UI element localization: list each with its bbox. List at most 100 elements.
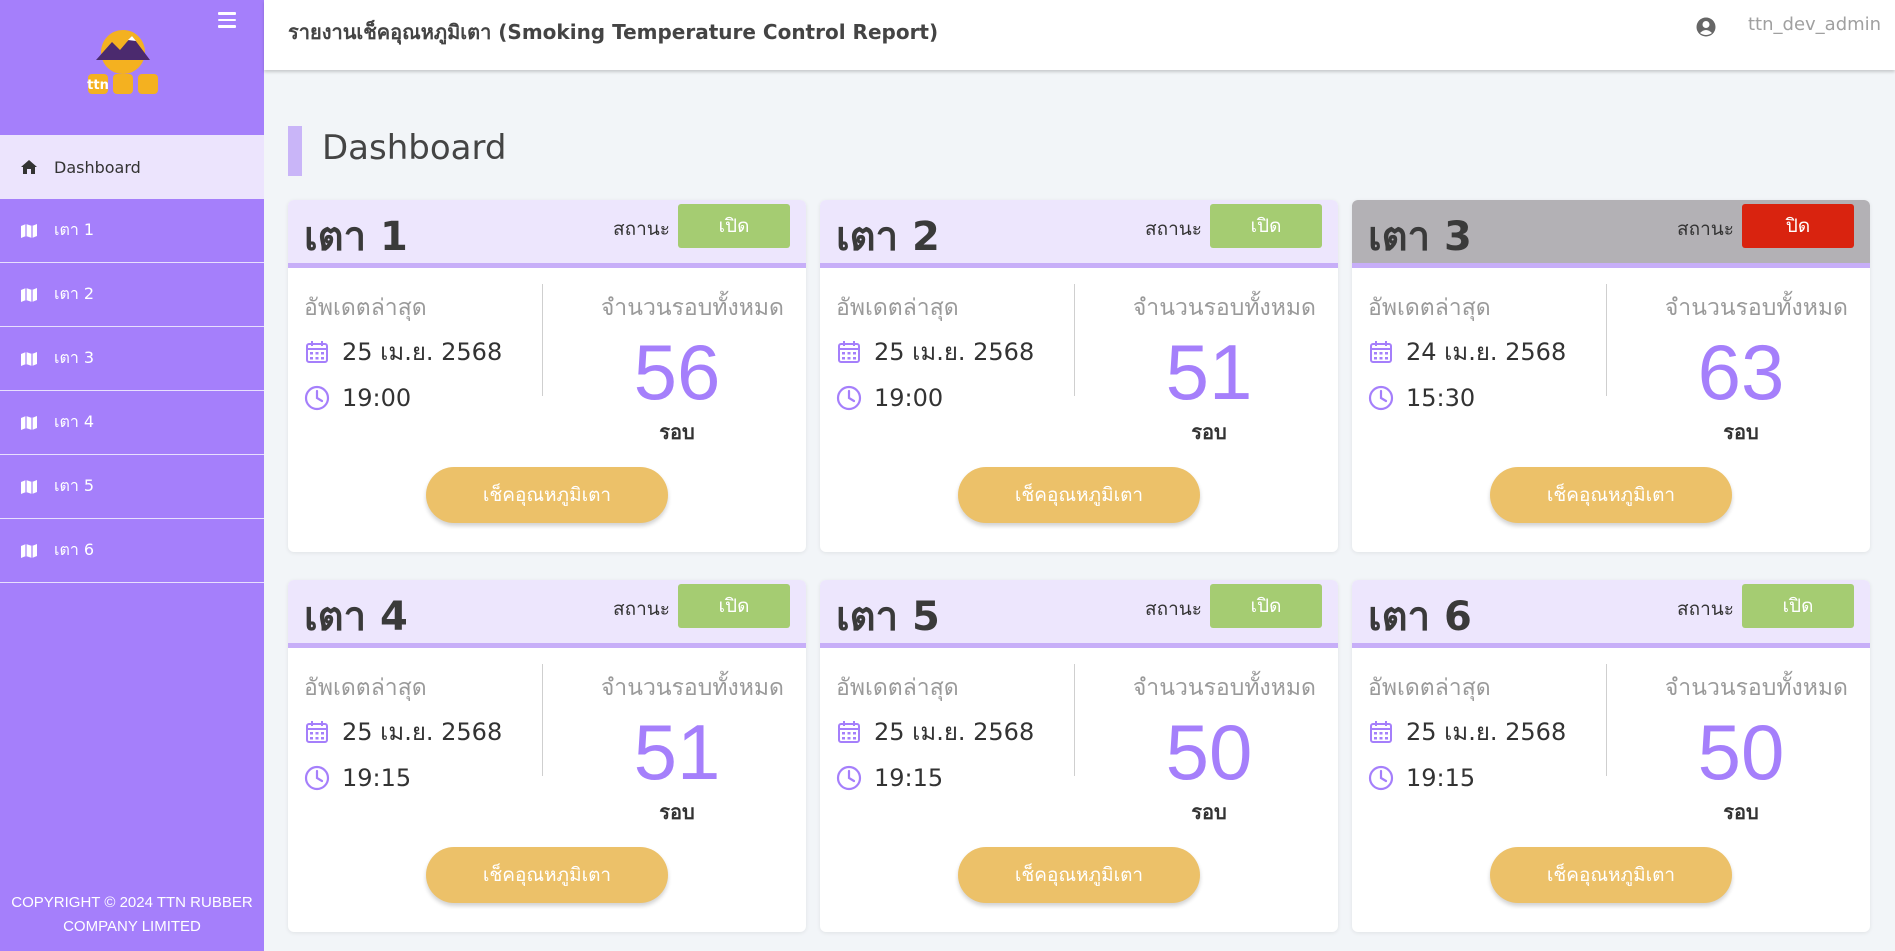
oven-card-body: อัพเดตล่าสุด 25 เม.ย. 2568 19:00 จำนวนรอ… bbox=[820, 268, 1338, 552]
map-icon bbox=[20, 543, 38, 559]
date-row: 25 เม.ย. 2568 bbox=[836, 712, 1034, 751]
time-row: 19:00 bbox=[304, 384, 411, 412]
map-icon bbox=[20, 287, 38, 303]
sidebar: ttn Dashboard เตา 1 เตา 2 เตา 3 เตา 4 เต… bbox=[0, 0, 264, 951]
oven-card-header: เตา 5 สถานะ เปิด bbox=[820, 580, 1338, 648]
last-update-time: 19:00 bbox=[342, 384, 412, 412]
check-temperature-button[interactable]: เช็คอุณหภูมิเตา bbox=[1490, 467, 1732, 523]
check-temperature-button[interactable]: เช็คอุณหภูมิเตา bbox=[426, 847, 668, 903]
sidebar-item-oven-4[interactable]: เตา 4 bbox=[0, 391, 264, 455]
oven-name: เตา 2 bbox=[836, 214, 940, 260]
calendar-icon bbox=[1370, 720, 1392, 743]
copyright-line-2: COMPANY LIMITED bbox=[63, 918, 201, 935]
last-update-date: 25 เม.ย. 2568 bbox=[874, 338, 1035, 366]
divider bbox=[1074, 284, 1075, 396]
clock-icon bbox=[304, 385, 330, 411]
oven-card-1: เตา 1 สถานะ เปิด อัพเดตล่าสุด 25 เม.ย. 2… bbox=[288, 200, 806, 552]
calendar-icon bbox=[838, 340, 860, 363]
divider bbox=[1606, 284, 1607, 396]
status-badge: เปิด bbox=[678, 204, 790, 248]
oven-card-body: อัพเดตล่าสุด 25 เม.ย. 2568 19:00 จำนวนรอ… bbox=[288, 268, 806, 552]
oven-card-body: อัพเดตล่าสุด 25 เม.ย. 2568 19:15 จำนวนรอ… bbox=[820, 648, 1338, 932]
round-count: 56 bbox=[633, 328, 721, 416]
check-temperature-button[interactable]: เช็คอุณหภูมิเตา bbox=[958, 467, 1200, 523]
company-logo[interactable]: ttn bbox=[80, 26, 166, 100]
date-row: 24 เม.ย. 2568 bbox=[1368, 332, 1566, 371]
sidebar-item-oven-6[interactable]: เตา 6 bbox=[0, 519, 264, 583]
sidebar-item-label: เตา 2 bbox=[54, 284, 95, 303]
last-update-time: 19:00 bbox=[874, 384, 944, 412]
oven-card-body: อัพเดตล่าสุด 25 เม.ย. 2568 19:15 จำนวนรอ… bbox=[288, 648, 806, 932]
status-label: สถานะ bbox=[613, 598, 670, 620]
calendar-icon bbox=[1370, 340, 1392, 363]
status-label: สถานะ bbox=[1145, 218, 1202, 240]
check-temperature-button[interactable]: เช็คอุณหภูมิเตา bbox=[1490, 847, 1732, 903]
status-badge: เปิด bbox=[1210, 204, 1322, 248]
last-update-label: อัพเดตล่าสุด bbox=[304, 295, 427, 321]
last-update-time: 15:30 bbox=[1406, 384, 1476, 412]
menu-toggle-icon[interactable] bbox=[218, 12, 236, 28]
copyright-text: COPYRIGHT © 2024 TTN RUBBER COMPANY LIMI… bbox=[0, 891, 264, 939]
oven-name: เตา 1 bbox=[304, 214, 408, 260]
oven-name: เตา 4 bbox=[304, 594, 408, 640]
sidebar-item-oven-3[interactable]: เตา 3 bbox=[0, 327, 264, 391]
map-icon bbox=[20, 479, 38, 495]
map-icon bbox=[20, 415, 38, 431]
clock-icon bbox=[836, 385, 862, 411]
total-rounds-label: จำนวนรอบทั้งหมด bbox=[1664, 295, 1848, 321]
logo-letter-1: ttn bbox=[87, 78, 109, 93]
round-count: 51 bbox=[1165, 328, 1253, 416]
last-update-label: อัพเดตล่าสุด bbox=[304, 675, 427, 701]
top-bar: รายงานเช็คอุณหภูมิเตา (Smoking Temperatu… bbox=[264, 0, 1895, 70]
round-count: 63 bbox=[1697, 328, 1785, 416]
date-row: 25 เม.ย. 2568 bbox=[304, 332, 502, 371]
sidebar-item-label: เตา 1 bbox=[54, 220, 95, 239]
oven-card-5: เตา 5 สถานะ เปิด อัพเดตล่าสุด 25 เม.ย. 2… bbox=[820, 580, 1338, 932]
oven-card-2: เตา 2 สถานะ เปิด อัพเดตล่าสุด 25 เม.ย. 2… bbox=[820, 200, 1338, 552]
username[interactable]: ttn_dev_admin bbox=[1748, 14, 1881, 35]
clock-icon bbox=[1368, 765, 1394, 791]
sidebar-item-label: เตา 6 bbox=[54, 540, 95, 559]
divider bbox=[542, 664, 543, 776]
round-unit: รอบ bbox=[659, 800, 695, 824]
time-row: 19:00 bbox=[836, 384, 943, 412]
round-unit: รอบ bbox=[1723, 420, 1759, 444]
oven-card-header: เตา 3 สถานะ ปิด bbox=[1352, 200, 1870, 268]
date-row: 25 เม.ย. 2568 bbox=[1368, 712, 1566, 751]
oven-name: เตา 5 bbox=[836, 594, 940, 640]
status-badge: ปิด bbox=[1742, 204, 1854, 248]
status-label: สถานะ bbox=[1677, 218, 1734, 240]
sidebar-item-label: เตา 3 bbox=[54, 348, 95, 367]
last-update-time: 19:15 bbox=[1406, 764, 1476, 792]
date-row: 25 เม.ย. 2568 bbox=[836, 332, 1034, 371]
status-label: สถานะ bbox=[613, 218, 670, 240]
total-rounds-label: จำนวนรอบทั้งหมด bbox=[1132, 295, 1316, 321]
last-update-date: 25 เม.ย. 2568 bbox=[342, 718, 503, 746]
round-count: 50 bbox=[1165, 708, 1253, 796]
calendar-icon bbox=[306, 340, 328, 363]
oven-card-header: เตา 1 สถานะ เปิด bbox=[288, 200, 806, 268]
last-update-date: 25 เม.ย. 2568 bbox=[342, 338, 503, 366]
last-update-label: อัพเดตล่าสุด bbox=[1368, 295, 1491, 321]
calendar-icon bbox=[838, 720, 860, 743]
time-row: 15:30 bbox=[1368, 384, 1475, 412]
last-update-label: อัพเดตล่าสุด bbox=[836, 675, 959, 701]
clock-icon bbox=[1368, 385, 1394, 411]
home-icon bbox=[20, 159, 38, 175]
check-temperature-button[interactable]: เช็คอุณหภูมิเตา bbox=[426, 467, 668, 523]
sidebar-item-dashboard[interactable]: Dashboard bbox=[0, 135, 264, 199]
round-count: 51 bbox=[633, 708, 721, 796]
round-count: 50 bbox=[1697, 708, 1785, 796]
user-circle-icon[interactable] bbox=[1696, 17, 1716, 37]
check-temperature-button[interactable]: เช็คอุณหภูมิเตา bbox=[958, 847, 1200, 903]
oven-card-4: เตา 4 สถานะ เปิด อัพเดตล่าสุด 25 เม.ย. 2… bbox=[288, 580, 806, 932]
total-rounds-label: จำนวนรอบทั้งหมด bbox=[1664, 675, 1848, 701]
last-update-time: 19:15 bbox=[342, 764, 412, 792]
sidebar-item-oven-5[interactable]: เตา 5 bbox=[0, 455, 264, 519]
total-rounds-label: จำนวนรอบทั้งหมด bbox=[1132, 675, 1316, 701]
last-update-date: 25 เม.ย. 2568 bbox=[874, 718, 1035, 746]
sidebar-item-oven-1[interactable]: เตา 1 bbox=[0, 199, 264, 263]
sidebar-item-oven-2[interactable]: เตา 2 bbox=[0, 263, 264, 327]
page-title: Dashboard bbox=[322, 128, 507, 168]
sidebar-item-label: เตา 5 bbox=[54, 476, 95, 495]
